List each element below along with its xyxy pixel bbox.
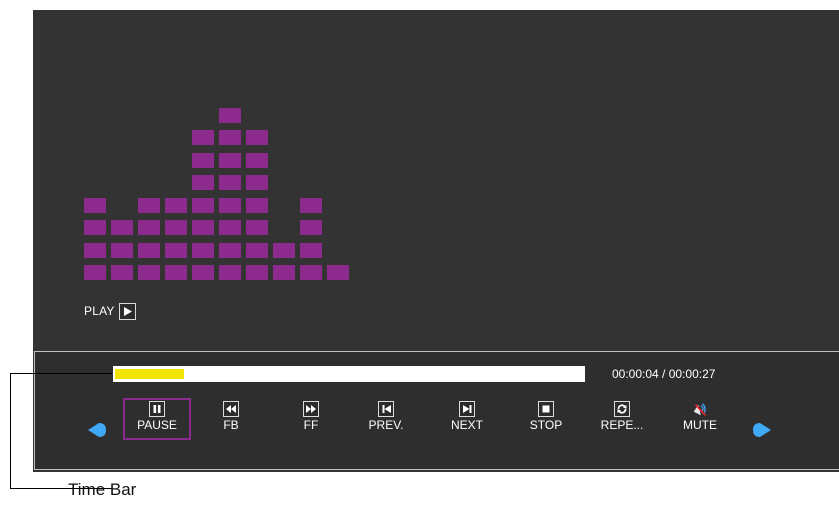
time-display: 00:00:04 / 00:00:27 <box>612 367 716 381</box>
equalizer-cell <box>219 152 241 168</box>
equalizer-cell <box>138 220 160 235</box>
equalizer-cell <box>138 197 160 213</box>
equalizer-cell <box>246 175 268 190</box>
equalizer-cell <box>84 220 106 235</box>
fast-forward-button[interactable]: FF <box>277 398 345 440</box>
equalizer-cell <box>273 265 295 280</box>
stop-icon <box>538 401 554 417</box>
mute-button[interactable]: MUTE <box>666 398 734 440</box>
equalizer-cell <box>219 242 241 258</box>
repeat-icon <box>614 401 630 417</box>
equalizer-cell <box>246 220 268 235</box>
pause-icon <box>149 401 165 417</box>
time-bar-callout-tail <box>10 488 58 489</box>
control-panel: 00:00:04 / 00:00:27 PAUSE FB FF PREV. NE… <box>34 351 839 470</box>
time-bar-progress <box>115 369 184 379</box>
mute-label: MUTE <box>683 418 717 432</box>
equalizer-cell <box>246 152 268 168</box>
equalizer-cell <box>192 197 214 213</box>
equalizer-cell <box>192 152 214 168</box>
equalizer-cell <box>219 197 241 213</box>
previous-track-label: PREV. <box>368 418 404 432</box>
play-status-label: PLAY <box>84 304 115 318</box>
repeat-label: REPE... <box>600 418 644 432</box>
fast-backward-label: FB <box>223 418 239 432</box>
equalizer-cell <box>138 242 160 258</box>
time-bar-callout-line <box>10 373 112 489</box>
next-track-label: NEXT <box>450 418 483 432</box>
equalizer-cell <box>300 220 322 235</box>
equalizer-cell <box>111 220 133 235</box>
equalizer-cell <box>327 265 349 280</box>
equalizer-cell <box>192 175 214 190</box>
play-icon <box>118 302 136 320</box>
equalizer-cell <box>219 175 241 190</box>
audio-visualizer <box>84 80 384 280</box>
equalizer-cell <box>273 242 295 258</box>
equalizer-cell <box>138 265 160 280</box>
fast-forward-label: FF <box>303 418 319 432</box>
equalizer-cell <box>192 242 214 258</box>
equalizer-cell <box>84 265 106 280</box>
mute-icon <box>692 401 708 417</box>
equalizer-cell <box>246 265 268 280</box>
equalizer-cell <box>219 265 241 280</box>
repeat-button[interactable]: REPE... <box>588 398 656 440</box>
equalizer-cell <box>219 107 241 123</box>
fast-backward-button[interactable]: FB <box>197 398 265 440</box>
equalizer-cell <box>300 265 322 280</box>
arrow-right-icon[interactable] <box>752 421 772 439</box>
equalizer-cell <box>84 242 106 258</box>
equalizer-cell <box>111 242 133 258</box>
next-track-button[interactable]: NEXT <box>433 398 501 440</box>
pause-button[interactable]: PAUSE <box>123 398 191 440</box>
equalizer-cell <box>165 220 187 235</box>
equalizer-cell <box>246 130 268 145</box>
time-bar[interactable] <box>113 366 585 382</box>
equalizer-cell <box>246 242 268 258</box>
time-bar-caption: Time Bar <box>68 480 137 499</box>
equalizer-cell <box>165 242 187 258</box>
fast-backward-icon <box>223 401 239 417</box>
equalizer-cell <box>165 265 187 280</box>
next-track-icon <box>459 401 475 417</box>
stop-button[interactable]: STOP <box>512 398 580 440</box>
equalizer-cell <box>192 220 214 235</box>
equalizer-cell <box>300 242 322 258</box>
equalizer-cell <box>165 197 187 213</box>
fast-forward-icon <box>303 401 319 417</box>
equalizer-cell <box>192 130 214 145</box>
equalizer-cell <box>219 220 241 235</box>
equalizer-cell <box>300 197 322 213</box>
equalizer-cell <box>246 197 268 213</box>
previous-track-icon <box>378 401 394 417</box>
equalizer-cell <box>84 197 106 213</box>
equalizer-cell <box>192 265 214 280</box>
stop-label: STOP <box>529 418 563 432</box>
pause-label: PAUSE <box>137 418 177 432</box>
play-status-indicator: PLAY <box>84 301 136 321</box>
equalizer-cell <box>111 265 133 280</box>
previous-track-button[interactable]: PREV. <box>352 398 420 440</box>
equalizer-cell <box>219 130 241 145</box>
